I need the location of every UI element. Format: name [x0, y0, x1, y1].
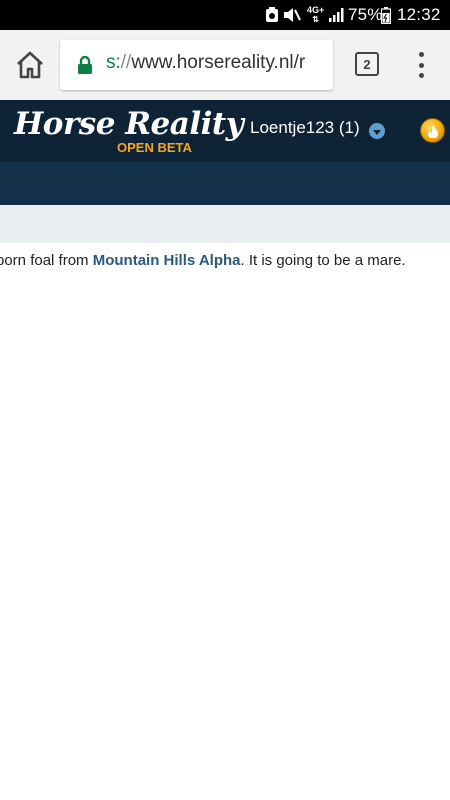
tab-switcher-button[interactable]: 2	[355, 52, 379, 76]
url-fade	[303, 40, 333, 90]
url-text: s://www.horsereality.nl/r	[106, 52, 305, 74]
signal-icon	[328, 0, 344, 30]
status-bar: 4G+ ⇅ 75% 12:32	[0, 0, 450, 30]
more-vertical-icon[interactable]	[414, 52, 428, 78]
mute-icon	[283, 0, 301, 30]
url-host: www.horsereality.nl/r	[131, 52, 306, 73]
lock-icon	[77, 55, 93, 75]
logo-title: Horse Reality	[14, 106, 244, 142]
content-toolbar-strip	[0, 205, 450, 243]
site-subnav	[0, 162, 450, 205]
url-bar[interactable]: s://www.horsereality.nl/r	[60, 40, 333, 90]
notification-icon	[265, 0, 279, 30]
message-suffix: . It is going to be a mare.	[240, 252, 406, 269]
home-button[interactable]	[14, 50, 46, 80]
username-link[interactable]: Loentje123 (1)	[250, 118, 360, 138]
open-beta-badge: OPEN BETA	[117, 140, 192, 155]
dropdown-icon[interactable]	[369, 123, 385, 139]
foal-message: born foal from Mountain Hills Alpha. It …	[0, 252, 406, 269]
site-logo[interactable]: Horse Reality OPEN BETA	[14, 106, 244, 158]
message-prefix: born foal from	[0, 252, 93, 269]
url-separator: //	[120, 52, 132, 73]
url-scheme: s:	[106, 52, 121, 73]
sire-link[interactable]: Mountain Hills Alpha	[93, 252, 241, 269]
network-4g-icon: 4G+ ⇅	[307, 5, 325, 25]
home-icon	[17, 51, 43, 79]
clock: 12:32	[397, 5, 441, 24]
battery-percent: 75%	[348, 5, 383, 24]
browser-toolbar: s://www.horsereality.nl/r 2	[0, 30, 450, 100]
site-header: Horse Reality OPEN BETA Loentje123 (1)	[0, 100, 450, 162]
coin-icon[interactable]	[420, 118, 445, 143]
battery-icon	[381, 0, 391, 30]
